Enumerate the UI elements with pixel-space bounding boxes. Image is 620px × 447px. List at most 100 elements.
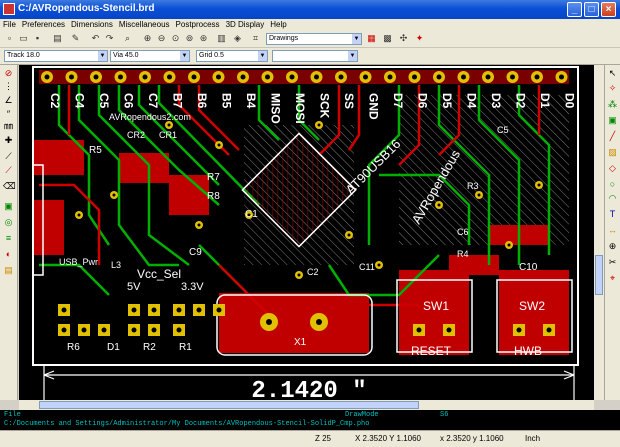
minimize-button[interactable]: _ [567, 2, 582, 17]
undo-icon[interactable]: ↶ [90, 33, 101, 44]
header-label: SS [342, 93, 356, 109]
open-icon[interactable]: ▭ [18, 33, 29, 44]
chevron-down-icon: ▼ [180, 51, 189, 61]
drc-off-icon[interactable]: ⊘ [3, 68, 14, 79]
units-inch-icon[interactable]: ″ [3, 109, 14, 120]
auto-delete-track-icon[interactable]: ⌫ [3, 181, 16, 192]
module-ratsnest-icon[interactable]: ⟋ [3, 165, 14, 176]
pcb-board-drawing: C2 C4 C5 C6 C7 B7 B6 B5 B4 MISO MOSI SCK SS GND D7 D6 D5… [32, 66, 579, 400]
component-label: C9 [189, 247, 202, 258]
vertical-scrollbar[interactable] [594, 65, 604, 400]
track-width-select[interactable]: Track 18.0 ▼ [4, 50, 108, 62]
pcb-canvas[interactable]: C2 C4 C5 C6 C7 B7 B6 B5 B4 MISO MOSI SCK SS GND D7 D6 D5… [19, 65, 594, 400]
local-ratsnest-icon[interactable]: ⁂ [607, 99, 618, 110]
set-origin-icon[interactable]: ⌖ [607, 273, 618, 284]
edit-icon[interactable]: ✎ [70, 33, 81, 44]
via-size-select[interactable]: Via 45.0 ▼ [110, 50, 190, 62]
component-label: RESET [411, 344, 452, 358]
horizontal-scroll-thumb[interactable] [39, 401, 419, 409]
header-label: D5 [440, 93, 454, 109]
add-graphic-icon[interactable]: ◇ [607, 163, 618, 174]
print-icon[interactable]: ▤ [52, 33, 63, 44]
zoom-select[interactable]: ▼ [272, 50, 358, 62]
component-label: C6 [457, 227, 469, 237]
grid-value: Grid 0.5 [199, 52, 224, 59]
menu-miscellaneous[interactable]: Miscellaneous [116, 19, 173, 31]
title-bar: C:/AVRopendous-Stencil.brd _ □ × [0, 0, 620, 19]
zone-show-icon[interactable]: ▣ [3, 201, 14, 212]
pad-sketch-icon[interactable]: ◎ [3, 217, 14, 228]
layers-manager-icon[interactable]: ▤ [3, 265, 14, 276]
menu-postprocess[interactable]: Postprocess [173, 19, 223, 31]
cursor-shape-icon[interactable]: ✚ [3, 135, 14, 146]
header-label: D3 [489, 93, 503, 109]
maximize-button[interactable]: □ [584, 2, 599, 17]
ratsnest-show-icon[interactable]: ⟋ [3, 151, 14, 162]
units-mm-icon[interactable]: ㎜ [3, 121, 14, 132]
header-label: C5 [97, 93, 111, 109]
add-zone-icon[interactable]: ▨ [607, 147, 618, 158]
component-label: Vcc_Sel [137, 267, 181, 281]
zoom-in-icon[interactable]: ⊕ [142, 33, 153, 44]
menu-dimensions[interactable]: Dimensions [68, 19, 116, 31]
zoom-out-icon[interactable]: ⊖ [156, 33, 167, 44]
track-width-value: Track 18.0 [7, 52, 40, 59]
menu-help[interactable]: Help [267, 19, 289, 31]
menu-preferences[interactable]: Preferences [19, 19, 68, 31]
add-mire-icon[interactable]: ⊕ [607, 241, 618, 252]
redo-icon[interactable]: ↷ [104, 33, 115, 44]
component-label: C10 [519, 262, 538, 273]
dimension-text: 2.1420 ″ [251, 378, 366, 400]
add-arc-icon[interactable]: ◠ [607, 193, 618, 204]
grid-select[interactable]: Grid 0.5 ▼ [196, 50, 268, 62]
header-label: C4 [73, 93, 87, 109]
menu-bar: File Preferences Dimensions Miscellaneous Po… [0, 19, 620, 31]
component-label: R1 [179, 342, 192, 353]
drc-icon[interactable]: ◈ [232, 33, 243, 44]
status-bar: Z 25 X 2.3520 Y 1.1060 x 2.3520 y 1.1060… [0, 430, 620, 447]
vertical-scroll-thumb[interactable] [595, 255, 603, 295]
header-label: D7 [391, 93, 405, 109]
header-label: C6 [122, 93, 136, 109]
delete-icon[interactable]: ✂ [607, 257, 618, 268]
netlist-icon[interactable]: ▥ [216, 33, 227, 44]
fill-zone-icon[interactable]: ✦ [414, 33, 425, 44]
grid-toggle-icon[interactable]: ⋮ [3, 81, 14, 92]
main-toolbar: ▫ ▭ ▪ ▤ ✎ ↶ ↷ ⌕ ⊕ ⊖ ⊙ ⊚ ⊛ ▥ ◈ ⌗ Drawings… [0, 31, 620, 48]
component-label: R6 [67, 342, 80, 353]
ratsnest-icon[interactable]: ⌗ [250, 33, 261, 44]
menu-3d-display[interactable]: 3D Display [223, 19, 268, 31]
zoom-redraw-icon[interactable]: ⊙ [170, 33, 181, 44]
add-dimension-icon[interactable]: ↔ [607, 225, 618, 236]
layer-select[interactable]: Drawings ▼ [266, 33, 362, 45]
chevron-down-icon: ▼ [98, 51, 107, 61]
component-label: 3.3V [181, 281, 204, 293]
component-label: D1 [107, 342, 120, 353]
chevron-down-icon: ▼ [348, 51, 357, 61]
add-module-icon[interactable]: ▣ [607, 115, 618, 126]
add-text-icon[interactable]: T [607, 209, 618, 220]
zoom-area-icon[interactable]: ⊛ [198, 33, 209, 44]
autoplace-icon[interactable]: ▩ [382, 33, 393, 44]
polar-coords-icon[interactable]: ∠ [3, 95, 14, 106]
close-button[interactable]: × [601, 2, 616, 17]
add-circle-icon[interactable]: ○ [607, 179, 618, 190]
message-panel: File DrawMode S6 C:/Documents and Settin… [0, 410, 620, 430]
zoom-fit-icon[interactable]: ⊚ [184, 33, 195, 44]
new-icon[interactable]: ▫ [4, 33, 15, 44]
track-sketch-icon[interactable]: ≡ [3, 233, 14, 244]
horizontal-scrollbar[interactable] [19, 400, 594, 410]
select-arrow-icon[interactable]: ↖ [607, 68, 618, 79]
find-icon[interactable]: ⌕ [122, 33, 133, 44]
header-label: SCK [318, 93, 332, 119]
menu-file[interactable]: File [0, 19, 19, 31]
component-label: CR1 [159, 130, 177, 140]
component-label: SW2 [519, 299, 545, 313]
add-track-icon[interactable]: ╱ [607, 131, 618, 142]
highlight-net-icon[interactable]: ✧ [607, 83, 618, 94]
high-contrast-icon[interactable]: ◐ [3, 249, 14, 260]
msg-label-file: File [4, 411, 21, 419]
layer-pair-icon[interactable]: ▦ [366, 33, 377, 44]
autoroute-icon[interactable]: ✣ [398, 33, 409, 44]
save-icon[interactable]: ▪ [32, 33, 43, 44]
